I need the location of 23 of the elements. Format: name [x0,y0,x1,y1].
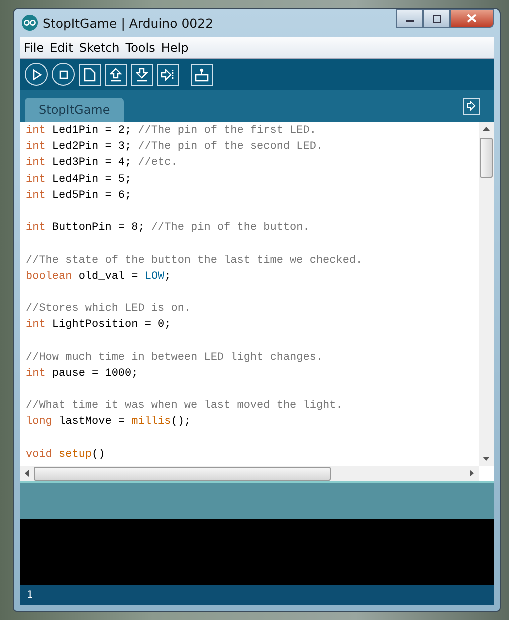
menu-item[interactable]: Edit [50,40,74,54]
code-line: //How much time in between LED light changes. [26,350,324,366]
menu-item[interactable]: Sketch [79,40,120,54]
code-line: int Led3Pin = 4; //etc. [26,156,179,172]
code-line: //Stores which LED is on. [26,302,192,318]
line-number: 1 [27,590,34,600]
code-line: int Led5Pin = 6; [26,188,133,204]
code-line: int Led2Pin = 3; //The pin of the second LED. [26,140,324,156]
code-line: boolean old_val = LOW; [26,270,172,285]
menu-item[interactable]: File [24,40,44,54]
code-line: //The state of the button the last time we checked. [26,254,364,268]
code-line: int Led4Pin = 5; [26,172,133,188]
code-line: int pause = 1000; [26,366,140,382]
window-title: StopItGame | Arduino 0022 [43,16,214,30]
code-line: int LightPosition = 0; [26,318,172,334]
code-line: int Led1Pin = 2; //The pin of the first LED. [26,124,318,139]
code-line: long lastMove = millis(); [26,415,192,430]
menu-item[interactable]: Tools [126,40,156,54]
menu-item[interactable]: Help [161,40,189,54]
code-line: int ButtonPin = 8; //The pin of the button. [26,221,311,236]
sketch-tab[interactable]: StopItGame [25,98,124,122]
code-line: void setup() [26,448,106,463]
code-line: //What time it was when we last moved the light. [26,399,344,414]
